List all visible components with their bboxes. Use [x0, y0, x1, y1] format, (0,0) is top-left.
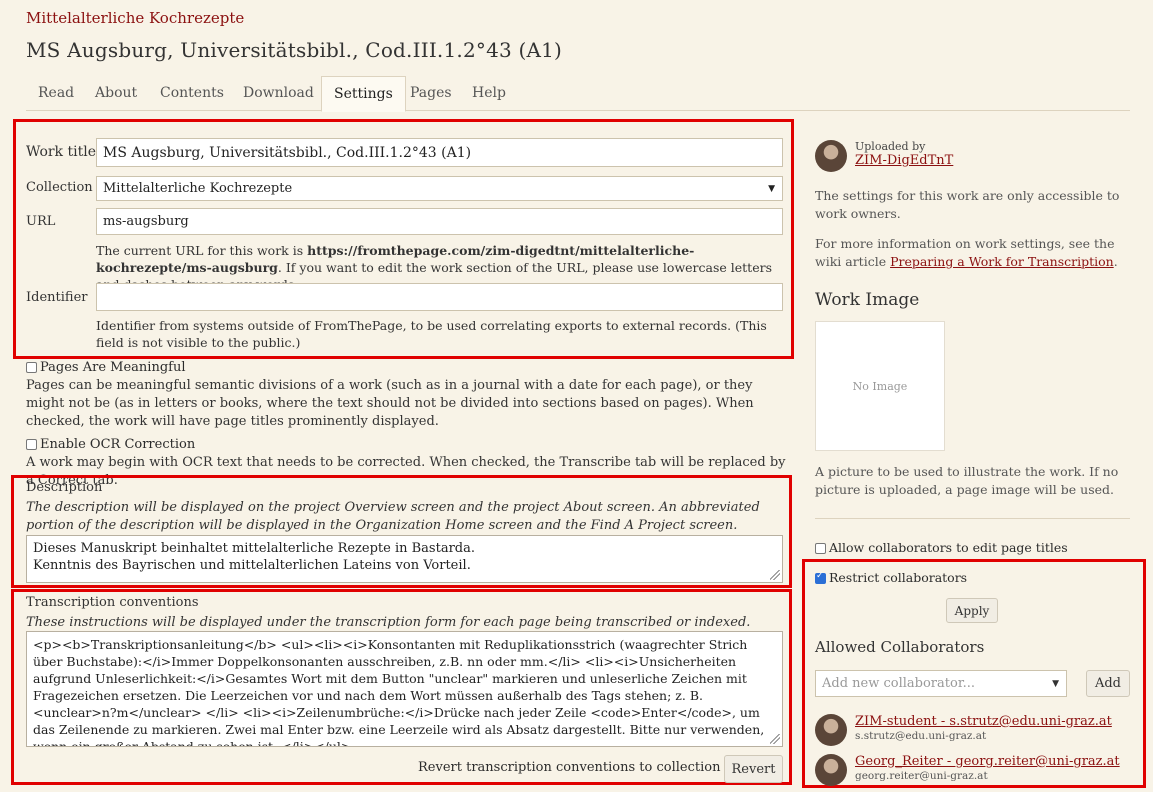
pages-meaningful-option[interactable]: Pages Are Meaningful — [26, 360, 185, 375]
collaborator-email: georg.reiter@uni-graz.at — [855, 770, 988, 782]
page-title: MS Augsburg, Universitätsbibl., Cod.III.… — [26, 38, 563, 62]
no-image-text: No Image — [852, 379, 908, 393]
add-collaborator-button[interactable]: Add — [1086, 670, 1130, 697]
pages-meaningful-checkbox[interactable] — [26, 362, 37, 373]
description-line-2: Kenntnis des Bayrischen und mittelalterl… — [33, 558, 471, 573]
description-help: The description will be displayed on the… — [26, 500, 760, 533]
allow-titles-option[interactable]: Allow collaborators to edit page titles — [815, 540, 1068, 555]
pages-meaningful-help: Pages can be meaningful semantic divisio… — [26, 378, 754, 429]
avatar — [815, 714, 847, 746]
description-line-1: Dieses Manuskript beinhaltet mittelalter… — [33, 541, 475, 556]
add-collaborator-placeholder: Add new collaborator... — [822, 676, 976, 691]
resize-grip-icon[interactable] — [770, 734, 780, 744]
work-title-label: Work title — [26, 144, 96, 160]
work-title-input[interactable]: MS Augsburg, Universitätsbibl., Cod.III.… — [96, 138, 783, 167]
allow-titles-label: Allow collaborators to edit page titles — [829, 540, 1068, 555]
avatar — [815, 140, 847, 172]
sidebar-divider — [815, 518, 1130, 519]
collection-label: Collection — [26, 180, 93, 195]
avatar — [815, 754, 847, 786]
apply-button[interactable]: Apply — [946, 598, 998, 623]
conventions-label: Transcription conventions — [26, 595, 199, 610]
wiki-link[interactable]: Preparing a Work for Transcription — [890, 254, 1114, 269]
chevron-down-icon: ▼ — [1052, 678, 1059, 689]
collection-select[interactable]: Mittelalterliche Kochrezepte ▼ — [96, 176, 783, 201]
identifier-label: Identifier — [26, 290, 88, 305]
revert-button[interactable]: Revert — [724, 755, 783, 783]
tab-pages[interactable]: Pages — [398, 76, 464, 110]
revert-text: Revert transcription conventions to coll… — [418, 760, 771, 775]
url-input[interactable]: ms-augsburg — [96, 208, 783, 235]
collaborators-heading: Allowed Collaborators — [815, 638, 985, 656]
ocr-checkbox[interactable] — [26, 439, 37, 450]
image-help: A picture to be used to illustrate the w… — [815, 464, 1119, 497]
tab-download[interactable]: Download — [231, 76, 326, 110]
restrict-option[interactable]: Restrict collaborators — [815, 570, 967, 585]
uploader-link[interactable]: ZIM-DigEdTnT — [855, 153, 953, 168]
allow-titles-checkbox[interactable] — [815, 543, 826, 554]
identifier-help: Identifier from systems outside of FromT… — [96, 318, 767, 350]
url-help-text: The current URL for this work is — [96, 243, 308, 258]
description-label: Description — [26, 480, 103, 495]
collaborator-link[interactable]: ZIM-student - s.strutz@edu.uni-graz.at — [855, 714, 1112, 729]
url-label: URL — [26, 214, 56, 229]
conventions-textarea[interactable]: <p><b>Transkriptionsanleitung</b> <ul><l… — [26, 631, 783, 747]
work-image-placeholder[interactable]: No Image — [815, 321, 945, 451]
ocr-option[interactable]: Enable OCR Correction — [26, 437, 195, 452]
identifier-input[interactable] — [96, 283, 783, 311]
tab-bar: Read About Contents Download Settings Pa… — [26, 76, 1130, 112]
collection-select-value: Mittelalterliche Kochrezepte — [103, 181, 293, 196]
work-image-heading: Work Image — [815, 290, 920, 310]
wiki-note-end: . — [1113, 254, 1118, 269]
pages-meaningful-label: Pages Are Meaningful — [40, 360, 186, 375]
conventions-text: <p><b>Transkriptionsanleitung</b> <ul><l… — [33, 637, 765, 747]
collaborator-email: s.strutz@edu.uni-graz.at — [855, 730, 987, 742]
tab-contents[interactable]: Contents — [148, 76, 236, 110]
restrict-checkbox[interactable] — [815, 571, 826, 584]
restrict-label: Restrict collaborators — [829, 570, 968, 585]
chevron-down-icon: ▼ — [768, 183, 775, 194]
uploaded-by-label: Uploaded by — [855, 140, 926, 153]
conventions-help: These instructions will be displayed und… — [26, 615, 751, 630]
resize-grip-icon[interactable] — [770, 570, 780, 580]
ocr-label: Enable OCR Correction — [40, 437, 196, 452]
description-textarea[interactable]: Dieses Manuskript beinhaltet mittelalter… — [26, 535, 783, 583]
tab-help[interactable]: Help — [460, 76, 518, 110]
tab-about[interactable]: About — [83, 76, 149, 110]
wiki-note: For more information on work settings, s… — [815, 235, 1133, 271]
owners-note: The settings for this work are only acce… — [815, 188, 1120, 221]
collaborator-link[interactable]: Georg_Reiter - georg.reiter@uni-graz.at — [855, 754, 1120, 769]
breadcrumb-collection[interactable]: Mittelalterliche Kochrezepte — [26, 9, 244, 27]
add-collaborator-select[interactable]: Add new collaborator... ▼ — [815, 670, 1067, 697]
tab-read[interactable]: Read — [26, 76, 86, 110]
tab-settings[interactable]: Settings — [321, 76, 406, 112]
